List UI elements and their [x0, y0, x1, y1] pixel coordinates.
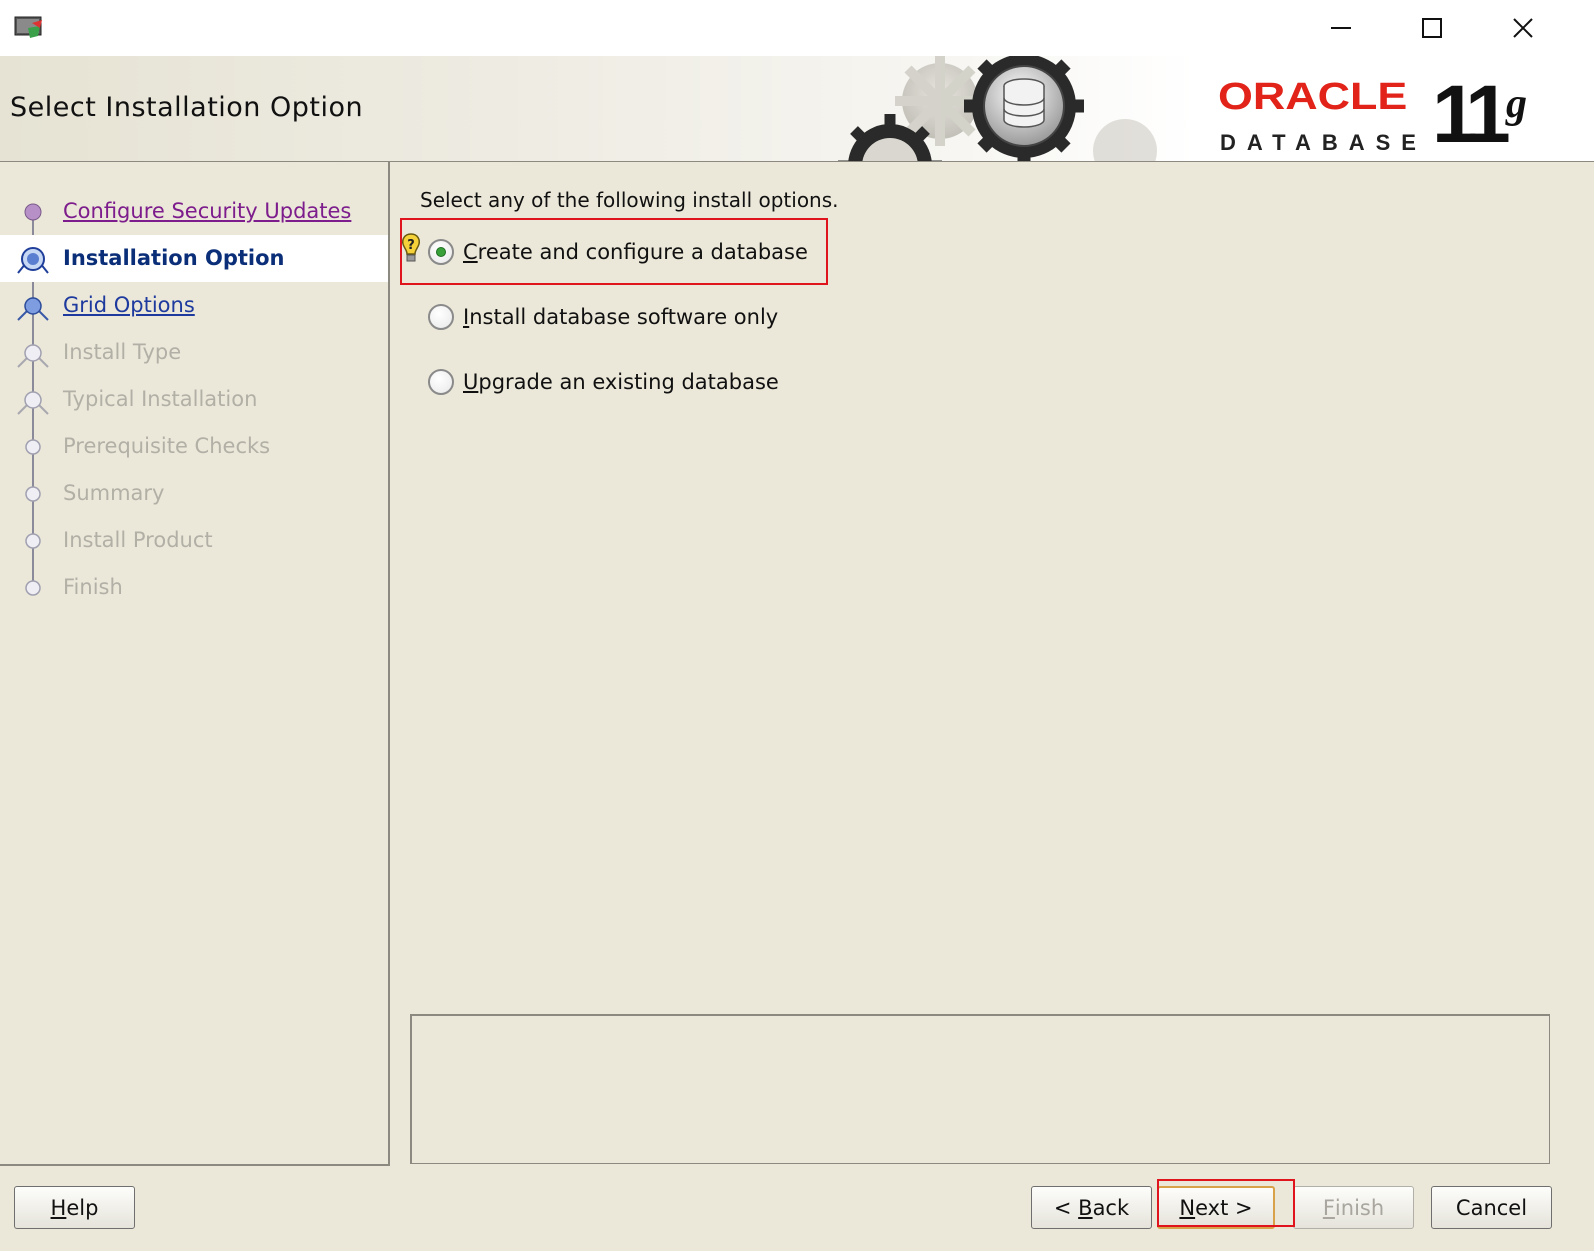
option-install-software-only[interactable]: Install database software only	[428, 299, 778, 335]
step-pending-icon	[17, 391, 49, 415]
maximize-icon	[1422, 18, 1442, 38]
back-button[interactable]: < Back	[1031, 1186, 1152, 1229]
option-mnemonic: U	[463, 370, 479, 394]
finish-text: inish	[1334, 1195, 1385, 1220]
back-text: ack	[1092, 1195, 1130, 1220]
nav-step-grid-options[interactable]: Grid Options	[0, 282, 388, 329]
step-pending-icon	[25, 580, 41, 596]
highlight-box-next	[1157, 1179, 1295, 1227]
nav-step-install-type: Install Type	[0, 329, 388, 376]
nav-step-finish: Finish	[0, 564, 388, 611]
step-pending-icon	[25, 439, 41, 455]
step-pending-icon	[17, 344, 49, 368]
cancel-button[interactable]: Cancel	[1431, 1186, 1552, 1229]
nav-step-label: Summary	[63, 481, 165, 505]
nav-step-summary: Summary	[0, 470, 388, 517]
minimize-button[interactable]	[1318, 8, 1364, 48]
option-label: Install database software only	[463, 305, 778, 329]
nav-step-label: Prerequisite Checks	[63, 434, 271, 458]
option-upgrade-existing-database[interactable]: Upgrade an existing database	[428, 364, 779, 400]
page-title: Select Installation Option	[10, 92, 364, 123]
nav-step-configure-security-updates[interactable]: Configure Security Updates	[0, 188, 388, 235]
nav-step-install-product: Install Product	[0, 517, 388, 564]
main-panel: Select any of the following install opti…	[392, 162, 1594, 1166]
help-button[interactable]: Help	[14, 1186, 135, 1229]
radio-unselected[interactable]	[428, 304, 454, 330]
option-text: nstall database software only	[469, 305, 779, 329]
help-mnemonic: H	[50, 1195, 67, 1220]
step-current-icon	[17, 247, 49, 274]
back-mnemonic: B	[1078, 1195, 1093, 1220]
oracle-logo-text: ORACLE	[1218, 76, 1408, 118]
option-label: Upgrade an existing database	[463, 370, 779, 394]
finish-button: Finish	[1293, 1186, 1414, 1229]
nav-step-label: Configure Security Updates	[63, 199, 352, 223]
close-button[interactable]	[1500, 8, 1546, 48]
gears-database-graphic	[838, 56, 1157, 161]
nav-step-typical-installation: Typical Installation	[0, 376, 388, 423]
app-icon	[14, 16, 42, 38]
finish-mnemonic: F	[1322, 1195, 1335, 1220]
nav-step-label: Finish	[63, 575, 123, 599]
version-suffix: g	[1506, 81, 1527, 127]
nav-step-label: Typical Installation	[63, 387, 258, 411]
back-prefix: <	[1053, 1195, 1079, 1220]
highlight-box-option	[400, 218, 828, 285]
nav-step-label: Grid Options	[63, 293, 195, 317]
step-navigation: Configure Security Updates Installation …	[0, 162, 390, 1166]
nav-step-label: Install Product	[63, 528, 213, 552]
step-pending-icon	[25, 486, 41, 502]
nav-step-label: Installation Option	[63, 246, 285, 270]
step-visited-icon	[24, 203, 42, 221]
step-pending-icon	[25, 533, 41, 549]
step-link-icon	[17, 297, 49, 321]
database-logo-text: DATABASE	[1220, 130, 1427, 155]
help-text: elp	[66, 1195, 99, 1220]
radio-unselected[interactable]	[428, 369, 454, 395]
instruction-text: Select any of the following install opti…	[420, 188, 839, 212]
title-bar	[0, 0, 1594, 56]
description-panel	[410, 1014, 1550, 1164]
nav-step-prerequisite-checks: Prerequisite Checks	[0, 423, 388, 470]
wizard-header: Select Installation Option ORACLE DATABA…	[0, 56, 1594, 162]
option-text: pgrade an existing database	[478, 370, 779, 394]
minimize-icon	[1331, 27, 1351, 29]
version-number: 11	[1432, 69, 1511, 160]
nav-step-label: Install Type	[63, 340, 182, 364]
nav-step-installation-option[interactable]: Installation Option	[0, 235, 388, 282]
maximize-button[interactable]	[1409, 8, 1455, 48]
close-icon	[1513, 18, 1533, 38]
installer-window: Select Installation Option ORACLE DATABA…	[0, 0, 1594, 1251]
